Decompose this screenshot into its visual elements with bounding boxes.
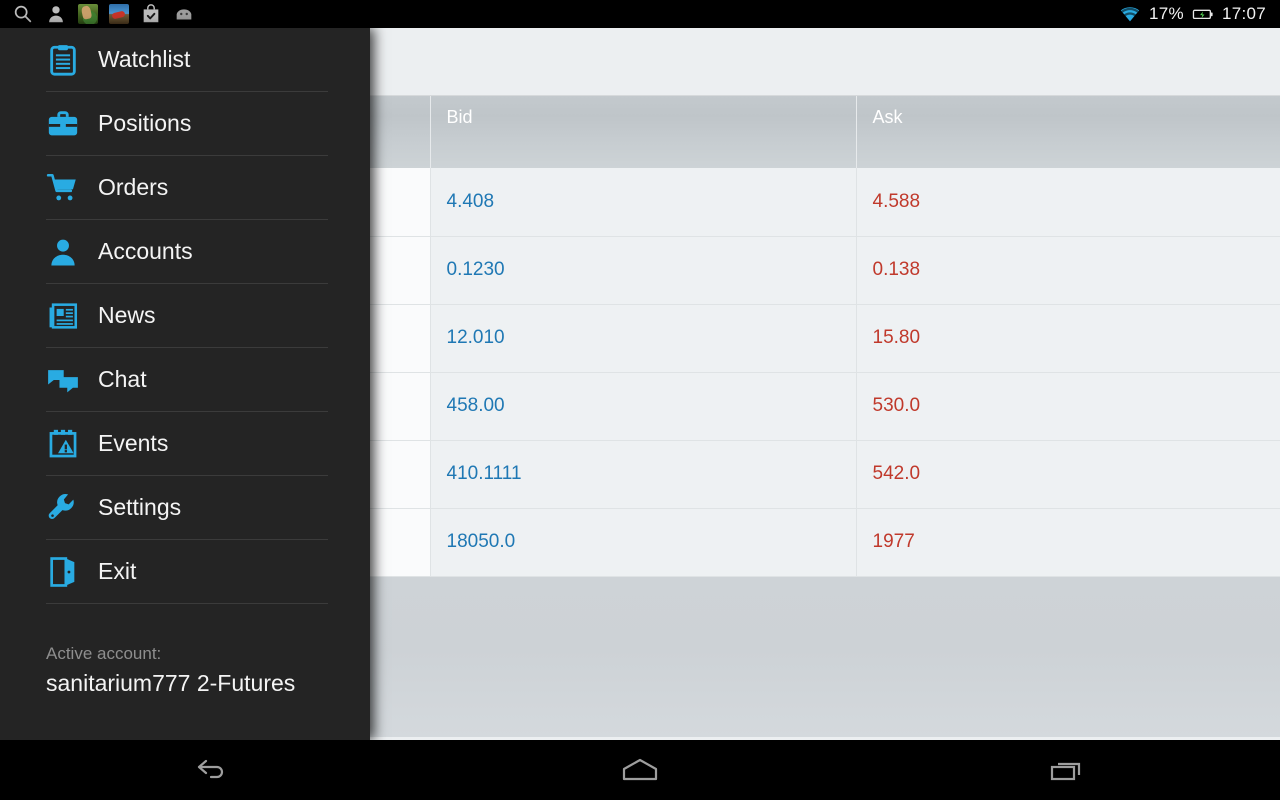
cell-bid: 410.1111 bbox=[430, 440, 857, 509]
sidebar-item-label: Watchlist bbox=[98, 46, 191, 72]
status-bar-notifications bbox=[0, 3, 195, 25]
sidebar-item-settings[interactable]: Settings bbox=[46, 476, 328, 540]
person-icon bbox=[49, 6, 63, 23]
cell-bid: 458.00 bbox=[430, 372, 857, 441]
cell-ask: 1977 bbox=[856, 508, 1280, 577]
sidebar-item-label: Settings bbox=[98, 494, 182, 520]
wifi-icon bbox=[1120, 7, 1140, 22]
sidebar-item-news[interactable]: News bbox=[46, 284, 328, 348]
device-screen: 17% 17:07 ❮ Watchlist (6) Symbol Descrip… bbox=[0, 0, 1280, 800]
sidebar-item-chat[interactable]: Chat bbox=[46, 348, 328, 412]
wrench-icon bbox=[46, 491, 80, 525]
exit-door-icon bbox=[46, 555, 80, 589]
sidebar-item-label: Accounts bbox=[98, 238, 193, 264]
sidebar-item-events[interactable]: Events bbox=[46, 412, 328, 476]
column-header-bid[interactable]: Bid bbox=[430, 96, 857, 168]
sidebar-item-label: Chat bbox=[98, 366, 147, 392]
clipboard-icon bbox=[46, 43, 80, 77]
active-account-value: sanitarium777 2-Futures bbox=[46, 670, 296, 696]
search-icon bbox=[14, 5, 32, 23]
recents-icon bbox=[1050, 762, 1080, 781]
racing-app-icon bbox=[109, 4, 129, 24]
cell-bid: 12.010 bbox=[430, 304, 857, 373]
calendar-alert-icon bbox=[46, 427, 80, 461]
android-face-icon bbox=[176, 9, 192, 20]
shopping-cart-icon bbox=[46, 171, 80, 205]
sidebar-item-watchlist[interactable]: Watchlist bbox=[46, 28, 328, 92]
speech-bubbles-icon bbox=[46, 363, 80, 397]
drawer-item-list: Watchlist Positions Orders Accounts News Chat… bbox=[0, 28, 370, 604]
person-icon bbox=[46, 235, 80, 269]
status-bar: 17% 17:07 bbox=[0, 0, 1280, 28]
cell-ask: 15.80 bbox=[856, 304, 1280, 373]
sidebar-item-label: Exit bbox=[98, 558, 137, 584]
nav-back-button[interactable] bbox=[153, 750, 273, 790]
home-icon bbox=[622, 758, 658, 781]
android-navigation-bar bbox=[0, 740, 1280, 800]
back-arrow-icon bbox=[198, 759, 224, 779]
sidebar-item-orders[interactable]: Orders bbox=[46, 156, 328, 220]
game-app-icon bbox=[78, 4, 98, 24]
sidebar-item-label: News bbox=[98, 302, 156, 328]
battery-percent-label: 17% bbox=[1149, 4, 1184, 23]
sidebar-item-accounts[interactable]: Accounts bbox=[46, 220, 328, 284]
navigation-drawer: Watchlist Positions Orders Accounts News Chat… bbox=[0, 28, 370, 740]
column-header-ask-label: Ask bbox=[872, 107, 903, 127]
cell-ask: 530.0 bbox=[856, 372, 1280, 441]
cell-bid: 18050.0 bbox=[430, 508, 857, 577]
active-account-block[interactable]: Active account: sanitarium777 2-Futures bbox=[46, 644, 370, 697]
cell-ask: 542.0 bbox=[856, 440, 1280, 509]
nav-recents-button[interactable] bbox=[1007, 750, 1127, 790]
clock-label: 17:07 bbox=[1221, 4, 1266, 23]
status-bar-system: 17% 17:07 bbox=[1119, 3, 1280, 25]
play-store-icon bbox=[143, 4, 159, 23]
cell-ask: 0.138 bbox=[856, 236, 1280, 305]
active-account-label: Active account: bbox=[46, 644, 162, 663]
sidebar-item-exit[interactable]: Exit bbox=[46, 540, 328, 604]
nav-home-button[interactable] bbox=[580, 750, 700, 790]
column-header-bid-label: Bid bbox=[446, 107, 473, 127]
newspaper-icon bbox=[46, 299, 80, 333]
cell-bid: 0.1230 bbox=[430, 236, 857, 305]
briefcase-icon bbox=[46, 107, 80, 141]
sidebar-item-positions[interactable]: Positions bbox=[46, 92, 328, 156]
battery-charging-icon bbox=[1192, 9, 1213, 20]
column-header-ask[interactable]: Ask bbox=[856, 96, 1280, 168]
cell-ask: 4.588 bbox=[856, 168, 1280, 237]
sidebar-item-label: Positions bbox=[98, 110, 192, 136]
cell-bid: 4.408 bbox=[430, 168, 857, 237]
sidebar-item-label: Orders bbox=[98, 174, 169, 200]
sidebar-item-label: Events bbox=[98, 430, 169, 456]
